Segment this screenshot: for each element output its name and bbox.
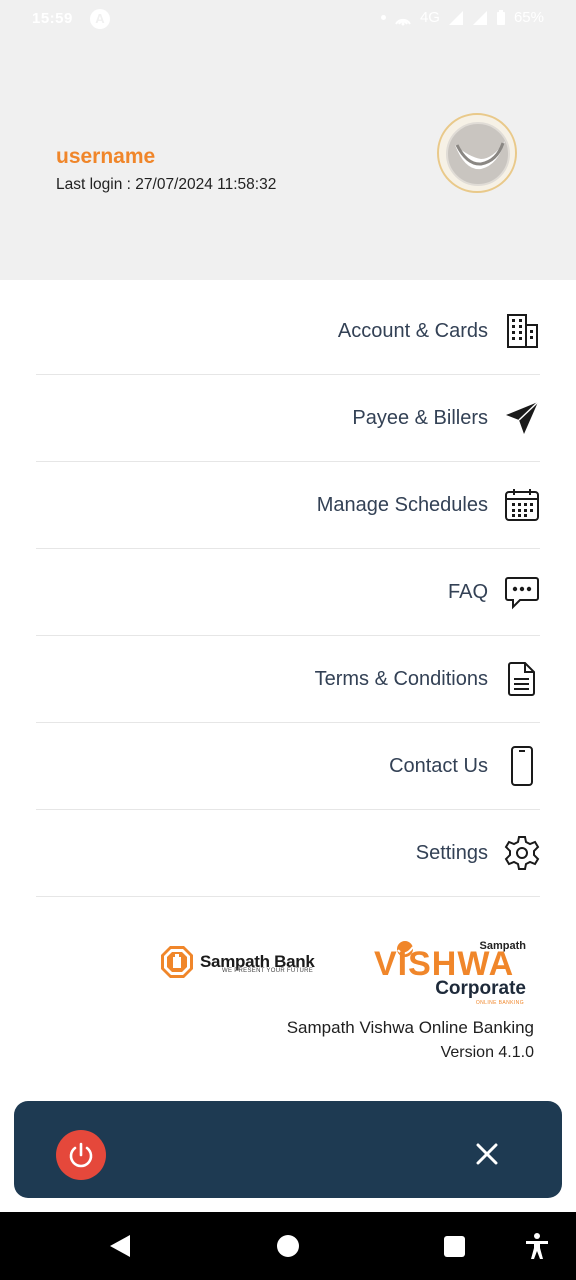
avatar-logo-icon	[446, 122, 510, 186]
vishwa-online-label: ONLINE BANKING	[475, 1000, 524, 1006]
back-icon[interactable]	[108, 1234, 132, 1258]
app-name: Sampath Vishwa Online Banking	[286, 1018, 534, 1037]
branding-area: Sampath Bank WE PRESENT YOUR FUTURE Samp…	[0, 925, 576, 1006]
close-menu-button[interactable]	[469, 1136, 505, 1172]
accessibility-icon[interactable]	[524, 1232, 550, 1260]
battery-icon	[496, 9, 505, 25]
menu-item-label: Contact Us	[389, 754, 488, 777]
sampath-emblem-icon	[161, 946, 193, 978]
menu-item-manage-schedules[interactable]: Manage Schedules	[36, 462, 540, 549]
profile-header: username Last login : 27/07/2024 11:58:3…	[0, 40, 576, 280]
app-version: Version 4.1.0	[440, 1044, 534, 1061]
bottom-action-panel	[14, 1101, 562, 1198]
send-icon	[504, 400, 540, 436]
close-icon	[476, 1143, 498, 1165]
notification-icon: A	[90, 9, 110, 29]
gear-icon	[504, 835, 540, 871]
dot-icon	[380, 15, 386, 20]
document-icon	[504, 661, 540, 697]
recent-apps-button[interactable]	[444, 1236, 465, 1257]
signal-icon	[448, 10, 463, 25]
building-icon	[504, 313, 540, 349]
menu-item-faq[interactable]: FAQ	[36, 549, 540, 636]
username: username	[56, 145, 156, 168]
network-type: 4G	[419, 9, 440, 26]
vishwa-corporate-logo: Sampath VISHWA Corporate ONLINE BANKING	[372, 933, 532, 1006]
system-nav-bar	[0, 1212, 576, 1280]
menu-item-contact-us[interactable]: Contact Us	[36, 723, 540, 810]
avatar[interactable]	[437, 113, 517, 193]
calendar-icon	[504, 487, 540, 523]
hotspot-icon	[395, 18, 411, 25]
menu-item-terms-conditions[interactable]: Terms & Conditions	[36, 636, 540, 723]
sampath-tagline: WE PRESENT YOUR FUTURE	[222, 968, 314, 974]
phone-icon	[504, 746, 540, 786]
power-icon	[69, 1142, 93, 1168]
menu-item-label: FAQ	[447, 580, 488, 603]
menu-item-account-cards[interactable]: Account & Cards	[36, 288, 540, 375]
signal-icon-2	[472, 10, 487, 25]
menu-item-label: Payee & Billers	[352, 406, 488, 429]
last-login: Last login : 27/07/2024 11:58:32	[56, 176, 277, 193]
menu-item-label: Settings	[415, 841, 488, 864]
logout-button[interactable]	[56, 1130, 106, 1180]
status-time: 15:59	[32, 10, 73, 27]
status-indicators: 4G 65%	[380, 9, 544, 26]
battery-level: 65%	[513, 9, 544, 26]
menu-item-payee-billers[interactable]: Payee & Billers	[36, 375, 540, 462]
main-menu: Account & Cards Payee & Billers Manage S…	[36, 288, 540, 897]
menu-item-label: Terms & Conditions	[314, 667, 488, 690]
menu-item-label: Manage Schedules	[316, 493, 488, 516]
vishwa-corporate-label: Corporate	[435, 978, 526, 999]
menu-item-settings[interactable]: Settings	[36, 810, 540, 897]
sampath-bank-logo: Sampath Bank WE PRESENT YOUR FUTURE	[160, 945, 315, 979]
chat-icon	[504, 574, 540, 610]
home-button[interactable]	[277, 1235, 299, 1257]
menu-item-label: Account & Cards	[337, 319, 488, 342]
status-bar: 15:59 A 4G 65%	[0, 0, 576, 40]
